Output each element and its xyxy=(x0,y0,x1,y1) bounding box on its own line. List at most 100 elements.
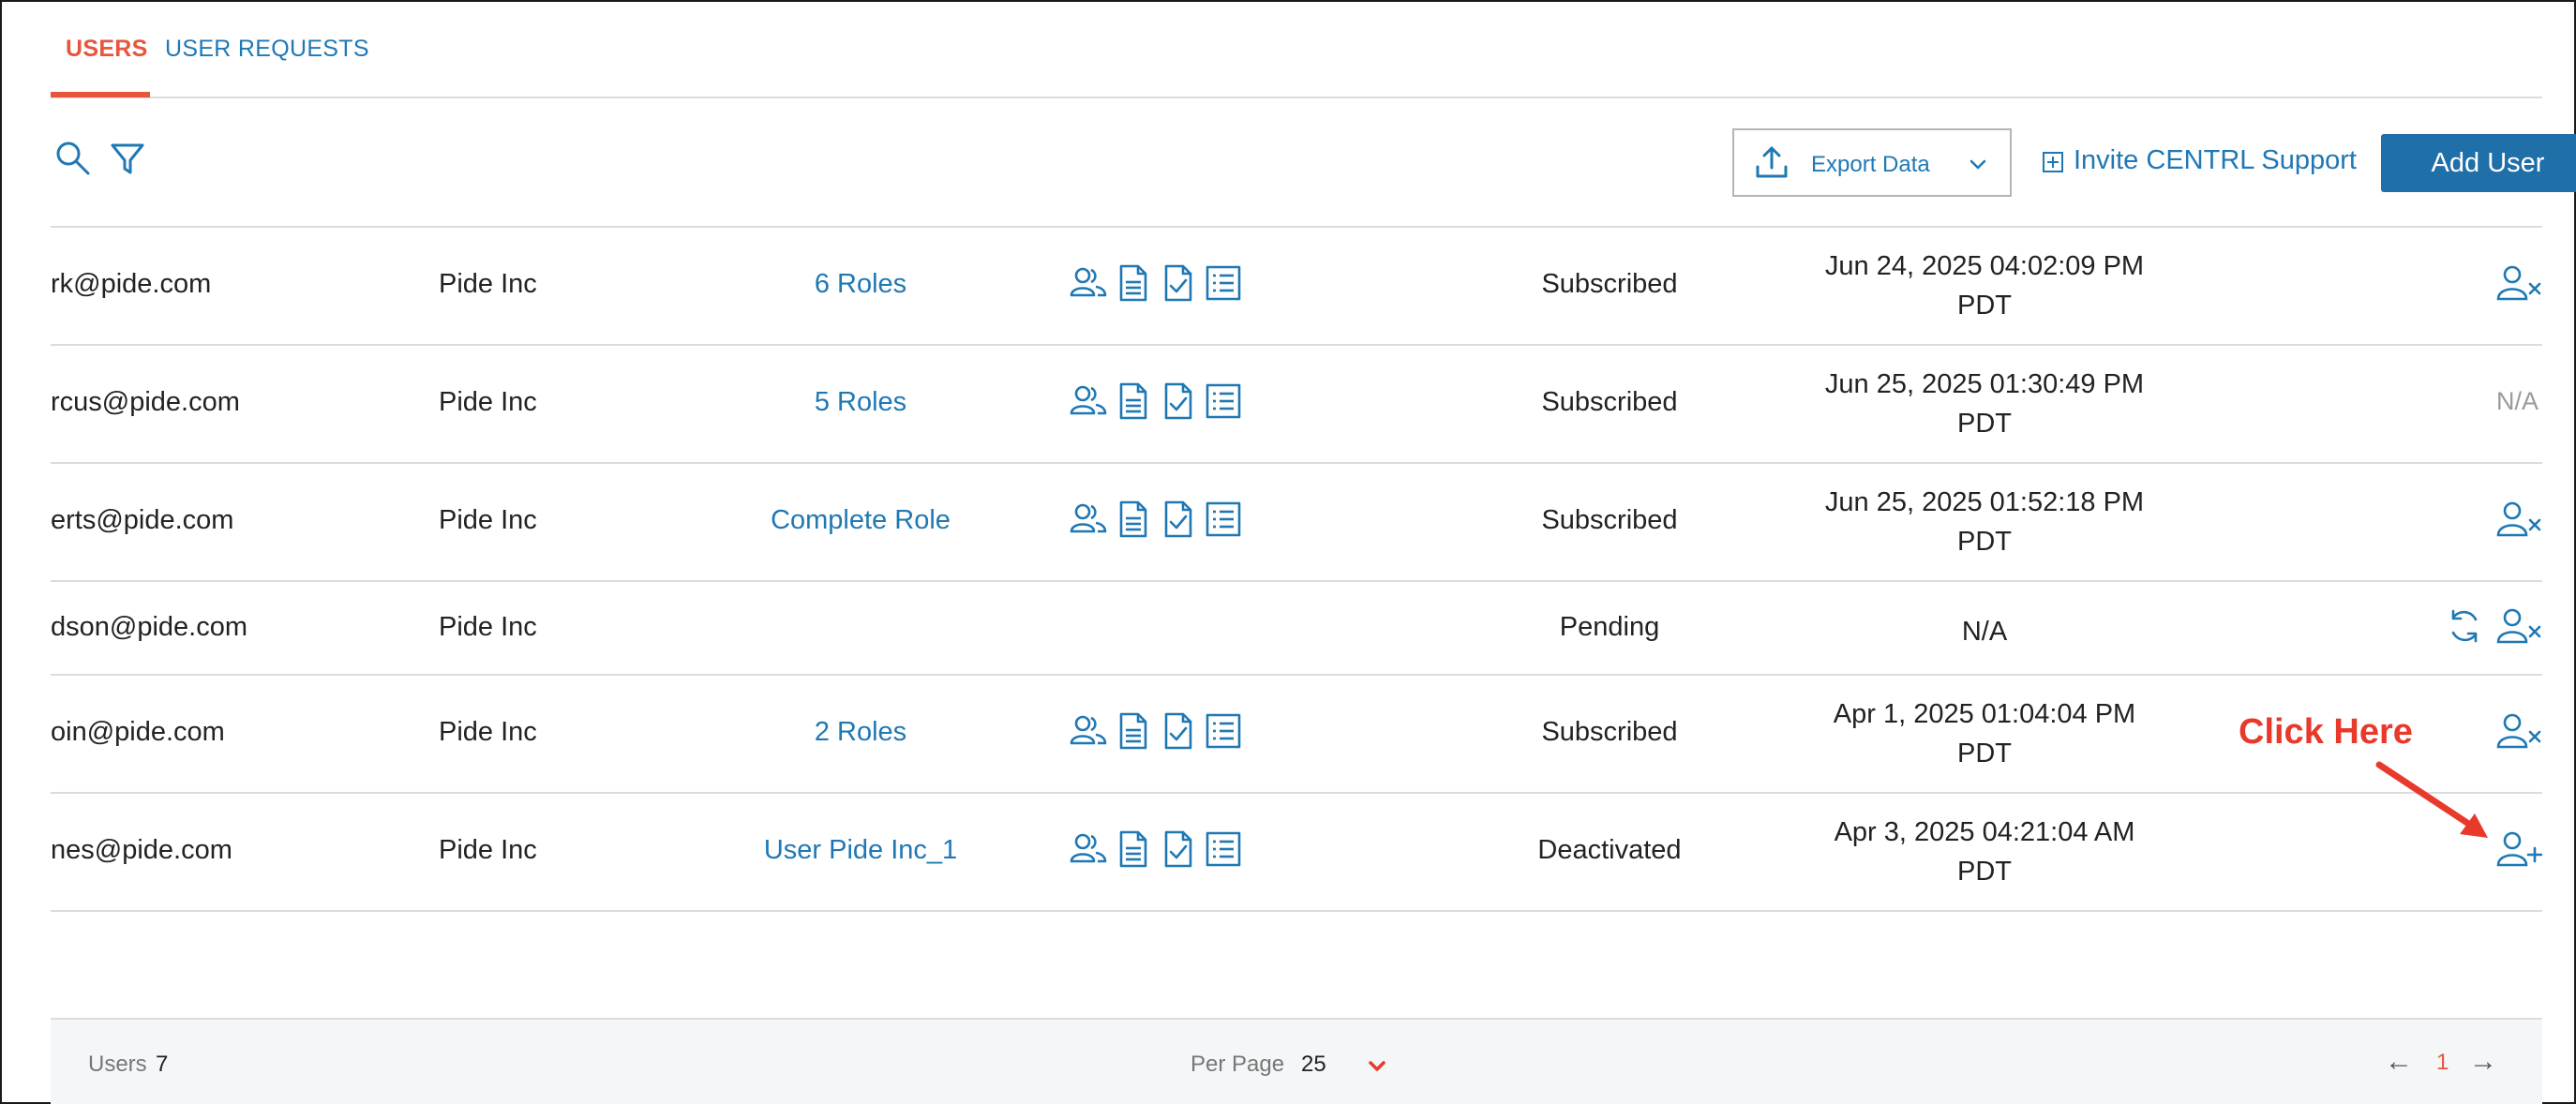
user-status: Subscribed xyxy=(1541,387,1678,417)
users-count-label: Users xyxy=(88,1052,147,1077)
list-icon[interactable] xyxy=(1204,500,1243,546)
active-tab-indicator xyxy=(51,92,150,97)
date-line-1: Apr 3, 2025 04:21:04 AM xyxy=(1834,817,2135,847)
date-line-1: Apr 1, 2025 01:04:04 PM xyxy=(1833,699,2136,729)
user-email: rk@pide.com xyxy=(51,269,212,299)
table-row: rk@pide.com Pide Inc 6 Roles Subscribed Jun … xyxy=(51,228,2542,346)
date-line-1: Jun 24, 2025 04:02:09 PM xyxy=(1824,251,2145,281)
user-company: Pide Inc xyxy=(439,505,537,535)
tab-bar: USERS USER REQUESTS xyxy=(51,2,2542,98)
user-roles-link[interactable]: 5 Roles xyxy=(720,387,1001,418)
date-line-2: PDT xyxy=(1957,857,2012,887)
last-login-date: Jun 25, 2025 01:52:18 PM PDT xyxy=(1806,483,2163,561)
click-here-annotation: Click Here xyxy=(2239,712,2413,752)
last-login-date: Apr 1, 2025 01:04:04 PM PDT xyxy=(1806,694,2163,773)
user-company: Pide Inc xyxy=(439,612,537,642)
tab-user-requests[interactable]: USER REQUESTS xyxy=(165,36,369,63)
add-user-icon[interactable] xyxy=(2495,829,2543,876)
date-line-2: PDT xyxy=(1957,738,2012,768)
user-status: Pending xyxy=(1559,612,1660,642)
document-icon[interactable] xyxy=(1114,500,1153,546)
next-page-button[interactable]: → xyxy=(2469,1046,2497,1078)
table-row: nes@pide.com Pide Inc User Pide Inc_1 Deact… xyxy=(51,794,2543,912)
toolbar: Export Data Invite CENTRL Support Add Us… xyxy=(51,98,2576,228)
permission-icons xyxy=(1069,829,1243,876)
list-icon[interactable] xyxy=(1204,711,1243,758)
permission-icons xyxy=(1069,381,1243,428)
date-line-2: PDT xyxy=(1957,527,2012,557)
list-icon[interactable] xyxy=(1204,381,1243,428)
users-icon[interactable] xyxy=(1069,829,1108,876)
users-count-value: 7 xyxy=(156,1052,169,1077)
checked-document-icon[interactable] xyxy=(1159,500,1198,546)
row-actions xyxy=(2495,263,2542,310)
export-data-label: Export Data xyxy=(1811,152,1930,177)
user-email: oin@pide.com xyxy=(51,717,225,747)
users-icon[interactable] xyxy=(1069,381,1108,428)
app-frame: USERS USER REQUESTS Export Data Invite C… xyxy=(0,0,2576,1104)
date-line-1: N/A xyxy=(1961,617,2008,647)
table-row: dson@pide.com Pide Inc Pending N/A xyxy=(51,582,2542,676)
list-icon[interactable] xyxy=(1204,263,1243,310)
per-page-select[interactable]: 25 xyxy=(1301,1052,1326,1078)
last-login-date: N/A xyxy=(1806,612,2163,651)
remove-user-icon[interactable] xyxy=(2495,711,2542,758)
resend-icon[interactable] xyxy=(2441,606,2488,653)
users-icon[interactable] xyxy=(1069,500,1108,546)
row-actions xyxy=(2441,606,2542,653)
table-row: oin@pide.com Pide Inc 2 Roles Subscribed Apr… xyxy=(51,676,2542,794)
document-icon[interactable] xyxy=(1114,263,1153,310)
user-email: erts@pide.com xyxy=(51,505,234,535)
user-status: Deactivated xyxy=(1537,835,1682,865)
date-line-1: Jun 25, 2025 01:52:18 PM xyxy=(1824,487,2145,517)
add-user-button[interactable]: Add User xyxy=(2381,134,2576,192)
users-icon[interactable] xyxy=(1069,711,1108,758)
upload-icon xyxy=(1756,146,1788,178)
date-line-2: PDT xyxy=(1957,409,2012,439)
document-icon[interactable] xyxy=(1114,381,1153,428)
filter-icon[interactable] xyxy=(107,138,148,179)
user-company: Pide Inc xyxy=(439,387,537,417)
remove-user-icon[interactable] xyxy=(2495,606,2542,653)
list-icon[interactable] xyxy=(1204,829,1243,876)
permission-icons xyxy=(1069,263,1243,310)
table-row: rcus@pide.com Pide Inc 5 Roles Subscribed Ju… xyxy=(51,346,2542,464)
users-icon[interactable] xyxy=(1069,263,1108,310)
checked-document-icon[interactable] xyxy=(1159,711,1198,758)
date-line-1: Jun 25, 2025 01:30:49 PM xyxy=(1824,369,2145,399)
user-roles-link[interactable]: 2 Roles xyxy=(720,717,1001,748)
export-data-button[interactable]: Export Data xyxy=(1732,128,2012,197)
action-na: N/A xyxy=(2495,387,2539,415)
user-company: Pide Inc xyxy=(439,717,537,747)
remove-user-icon[interactable] xyxy=(2495,263,2542,310)
search-icon[interactable] xyxy=(52,138,94,179)
users-table: rk@pide.com Pide Inc 6 Roles Subscribed Jun … xyxy=(51,228,2543,912)
user-roles-link[interactable]: User Pide Inc_1 xyxy=(720,835,1001,866)
user-company: Pide Inc xyxy=(439,269,537,299)
checked-document-icon[interactable] xyxy=(1159,829,1198,876)
prev-page-button[interactable]: ← xyxy=(2385,1046,2413,1078)
user-roles-link[interactable]: 6 Roles xyxy=(720,269,1001,300)
document-icon[interactable] xyxy=(1114,711,1153,758)
page-number[interactable]: 1 xyxy=(2436,1050,2449,1076)
chevron-down-icon xyxy=(1969,159,1986,170)
row-actions xyxy=(2495,711,2542,758)
per-page-chevron-down-icon[interactable] xyxy=(1363,1053,1391,1080)
document-icon[interactable] xyxy=(1114,829,1153,876)
user-email: rcus@pide.com xyxy=(51,387,240,417)
tab-users[interactable]: USERS xyxy=(66,36,148,63)
plus-box-icon xyxy=(2043,152,2063,172)
permission-icons xyxy=(1069,500,1243,546)
table-row: erts@pide.com Pide Inc Complete Role Subscr… xyxy=(51,464,2542,582)
user-status: Subscribed xyxy=(1541,269,1678,299)
user-email: dson@pide.com xyxy=(51,612,247,642)
table-footer: Users 7 Per Page 25 ← 1 → xyxy=(51,1018,2542,1104)
user-email: nes@pide.com xyxy=(51,835,232,865)
invite-centrl-support-label: Invite CENTRL Support xyxy=(2074,145,2357,175)
last-login-date: Apr 3, 2025 04:21:04 AM PDT xyxy=(1806,813,2163,891)
checked-document-icon[interactable] xyxy=(1159,263,1198,310)
remove-user-icon[interactable] xyxy=(2495,500,2542,546)
last-login-date: Jun 25, 2025 01:30:49 PM PDT xyxy=(1806,365,2163,443)
checked-document-icon[interactable] xyxy=(1159,381,1198,428)
user-roles-link[interactable]: Complete Role xyxy=(720,505,1001,536)
